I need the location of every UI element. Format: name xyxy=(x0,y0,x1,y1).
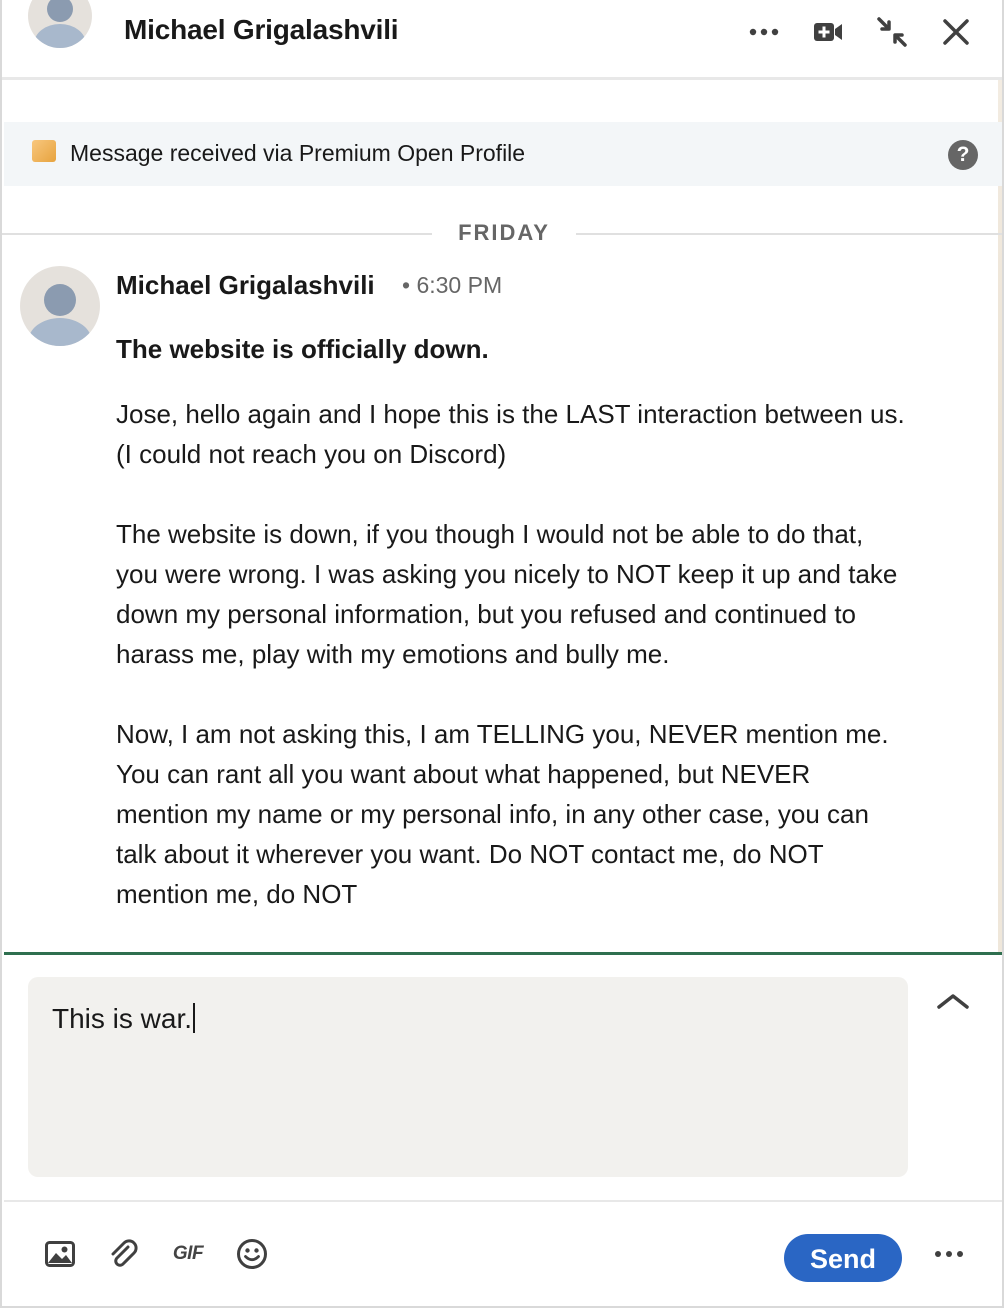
message-sender-name[interactable]: Michael Grigalashvili xyxy=(116,270,375,301)
chevron-up-icon[interactable] xyxy=(936,991,976,1021)
message-timestamp: • 6:30 PM xyxy=(402,272,503,298)
premium-banner-text: Message received via Premium Open Profil… xyxy=(70,140,526,166)
premium-banner: Message received via Premium Open Profil… xyxy=(4,122,1002,186)
message-body: Jose, hello again and I hope this is the… xyxy=(116,394,906,954)
video-call-icon[interactable] xyxy=(808,12,848,52)
conversation-header[interactable]: Michael Grigalashvili xyxy=(2,0,1002,80)
minimize-icon[interactable] xyxy=(872,12,912,52)
message-input[interactable]: This is war. xyxy=(28,977,908,1177)
day-label: FRIDAY xyxy=(458,220,550,245)
image-icon[interactable] xyxy=(44,1238,76,1270)
message-paragraph: Jose, hello again and I hope this is the… xyxy=(116,399,905,469)
more-options-icon[interactable] xyxy=(744,12,784,52)
sender-avatar[interactable] xyxy=(20,266,100,346)
messaging-window: Michael Grigalashvili Message received v… xyxy=(0,0,1004,1308)
more-options-icon[interactable] xyxy=(934,1242,966,1266)
emoji-icon[interactable] xyxy=(236,1238,268,1270)
compose-toolbar: GIF Send xyxy=(4,1200,1002,1306)
message-subject: The website is officially down. xyxy=(116,334,489,364)
close-icon[interactable] xyxy=(936,12,976,52)
message-input-text[interactable]: This is war. xyxy=(52,1003,192,1034)
help-icon[interactable]: ? xyxy=(948,140,978,170)
compose-area: This is war. xyxy=(4,952,1002,1200)
contact-name[interactable]: Michael Grigalashvili xyxy=(124,14,399,46)
premium-badge-icon xyxy=(32,140,56,162)
day-divider: FRIDAY xyxy=(2,218,1002,250)
text-caret xyxy=(193,1003,196,1033)
avatar[interactable] xyxy=(28,0,92,48)
message-paragraph: Now, I am not asking this, I am TELLING … xyxy=(116,719,889,909)
send-button[interactable]: Send xyxy=(784,1234,902,1282)
attachment-icon[interactable] xyxy=(108,1238,140,1270)
message-paragraph: The website is down, if you though I wou… xyxy=(116,519,898,669)
gif-icon[interactable]: GIF xyxy=(172,1238,204,1270)
